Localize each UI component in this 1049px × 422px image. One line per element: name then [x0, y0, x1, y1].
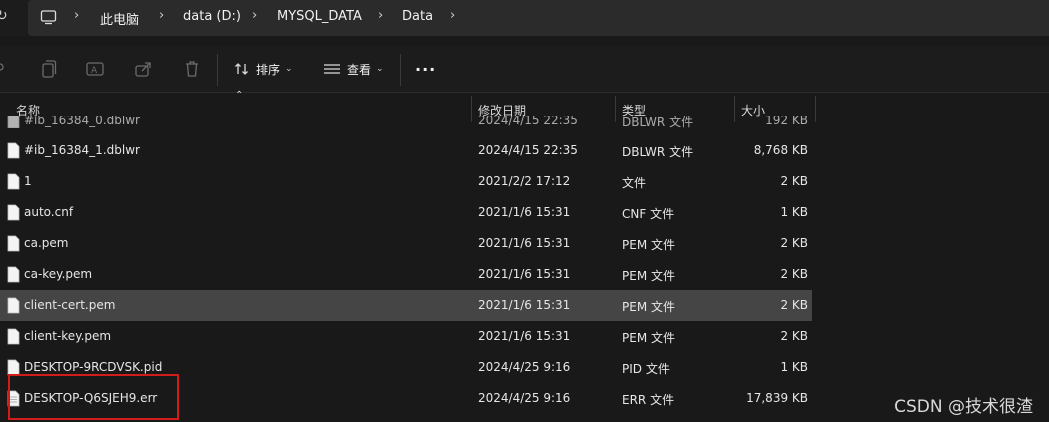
file-size: 17,839 KB — [746, 391, 808, 405]
toolbar-divider — [217, 54, 218, 86]
file-size: 2 KB — [780, 298, 808, 312]
copy-icon[interactable] — [38, 59, 58, 79]
file-date: 2021/1/6 15:31 — [478, 236, 571, 250]
refresh-icon[interactable]: ↻ — [0, 8, 8, 24]
file-type: DBLWR 文件 — [622, 116, 694, 128]
svg-text:A: A — [91, 66, 98, 76]
file-name: ca-key.pem — [24, 267, 93, 281]
cut-icon[interactable] — [0, 59, 14, 79]
view-label: 查看 — [347, 62, 372, 77]
command-bar: A 排序 ⌄ 查看 ⌄ ··· — [0, 46, 1049, 93]
file-date: 2024/4/25 9:16 — [478, 391, 571, 405]
file-size: 2 KB — [780, 174, 808, 188]
file-name: DESKTOP-9RCDVSK.pid — [24, 360, 163, 374]
file-date: 2021/1/6 15:31 — [478, 267, 571, 281]
more-icon: ··· — [415, 59, 437, 79]
file-name: client-key.pem — [24, 329, 112, 343]
share-icon[interactable] — [134, 59, 154, 79]
file-date: 2021/1/6 15:31 — [478, 298, 571, 312]
list-item[interactable]: ca.pem 2021/1/6 15:31 PEM 文件 2 KB — [0, 228, 812, 259]
rename-icon[interactable]: A — [85, 59, 105, 79]
highlight-annotation-box — [8, 374, 179, 420]
file-type: CNF 文件 — [622, 207, 675, 221]
file-icon — [7, 204, 20, 221]
chevron-right-icon[interactable]: › — [159, 8, 164, 23]
file-icon — [7, 116, 20, 128]
file-size: 2 KB — [780, 267, 808, 281]
list-item[interactable]: ca-key.pem 2021/1/6 15:31 PEM 文件 2 KB — [0, 259, 812, 290]
file-type: PEM 文件 — [622, 269, 675, 283]
file-name: auto.cnf — [24, 205, 74, 219]
file-type: ERR 文件 — [622, 393, 675, 407]
file-date: 2024/4/25 9:16 — [478, 360, 571, 374]
file-size: 1 KB — [780, 205, 808, 219]
file-icon — [7, 235, 20, 252]
view-button[interactable]: 查看 ⌄ — [323, 58, 384, 80]
address-bar: ↻ › 此电脑 › data (D:) › MYSQL_DATA › Data … — [0, 0, 1049, 36]
breadcrumb-item-data[interactable]: Data — [402, 9, 433, 24]
chevron-down-icon: ⌄ — [376, 64, 384, 74]
file-size: 1 KB — [780, 360, 808, 374]
file-size: 2 KB — [780, 329, 808, 343]
more-options-button[interactable]: ··· — [415, 58, 436, 80]
breadcrumb-item-drive[interactable]: data (D:) — [183, 9, 241, 24]
chevron-right-icon[interactable]: › — [252, 8, 257, 23]
chevron-right-icon[interactable]: › — [450, 8, 455, 23]
file-date: 2024/4/15 22:35 — [478, 116, 578, 127]
breadcrumb-item-this-pc[interactable]: 此电脑 — [100, 9, 139, 28]
file-type: PEM 文件 — [622, 238, 675, 252]
watermark: CSDN @技术很渣 — [894, 397, 1033, 417]
sort-button[interactable]: 排序 ⌄ — [234, 58, 293, 80]
column-divider[interactable] — [815, 96, 816, 122]
file-name: ca.pem — [24, 236, 69, 250]
list-item-selected[interactable]: client-cert.pem 2021/1/6 15:31 PEM 文件 2 … — [0, 290, 812, 321]
chevron-right-icon[interactable]: › — [74, 8, 79, 23]
chevron-right-icon[interactable]: › — [378, 8, 383, 23]
chevron-down-icon: ⌄ — [285, 64, 293, 74]
file-name: #ib_16384_0.dblwr — [24, 116, 140, 127]
file-size: 8,768 KB — [753, 143, 808, 157]
file-name: 1 — [24, 174, 32, 188]
file-icon — [7, 173, 20, 190]
delete-icon[interactable] — [182, 59, 202, 79]
file-icon — [7, 266, 20, 283]
file-name: client-cert.pem — [24, 298, 116, 312]
file-type: DBLWR 文件 — [622, 145, 694, 159]
list-item[interactable]: auto.cnf 2021/1/6 15:31 CNF 文件 1 KB — [0, 197, 812, 228]
toolbar-divider — [400, 54, 401, 86]
file-icon — [7, 297, 20, 314]
file-date: 2021/1/6 15:31 — [478, 329, 571, 343]
file-type: PEM 文件 — [622, 300, 675, 314]
file-size: 2 KB — [780, 236, 808, 250]
file-icon — [7, 328, 20, 345]
file-type: PEM 文件 — [622, 331, 675, 345]
sort-ascending-icon: ⌃ — [235, 90, 244, 101]
computer-icon[interactable] — [40, 9, 57, 26]
file-size: 192 KB — [765, 116, 808, 127]
file-date: 2021/1/6 15:31 — [478, 205, 571, 219]
file-date: 2021/2/2 17:12 — [478, 174, 571, 188]
list-item[interactable]: #ib_16384_1.dblwr 2024/4/15 22:35 DBLWR … — [0, 135, 812, 166]
file-icon — [7, 142, 20, 159]
breadcrumb-item-mysql-data[interactable]: MYSQL_DATA — [277, 9, 362, 24]
file-date: 2024/4/15 22:35 — [478, 143, 578, 157]
file-type: 文件 — [622, 176, 647, 190]
list-item[interactable]: 1 2021/2/2 17:12 文件 2 KB — [0, 166, 812, 197]
sort-label: 排序 — [256, 62, 281, 77]
file-name: #ib_16384_1.dblwr — [24, 143, 140, 157]
file-type: PID 文件 — [622, 362, 670, 376]
sort-icon — [235, 63, 248, 75]
breadcrumb[interactable]: › 此电脑 › data (D:) › MYSQL_DATA › Data › — [28, 0, 1049, 36]
view-icon — [324, 64, 340, 74]
list-item[interactable]: client-key.pem 2021/1/6 15:31 PEM 文件 2 K… — [0, 321, 812, 352]
list-item-partial[interactable]: #ib_16384_0.dblwr 2024/4/15 22:35 DBLWR … — [0, 116, 812, 128]
